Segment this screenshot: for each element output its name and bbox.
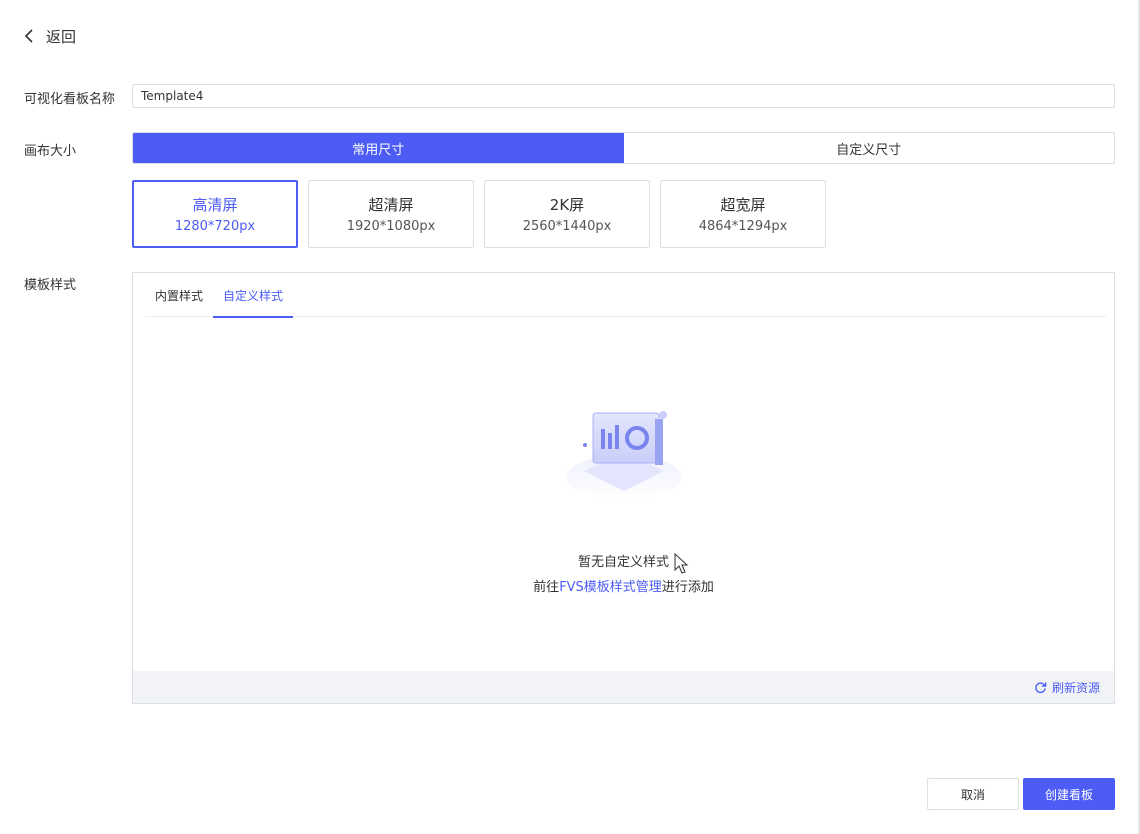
template-style-panel: 内置样式 自定义样式 暂无自定义样式 前往FVS模板样式管理进行添加 刷新资源: [132, 272, 1115, 704]
empty-dashboard-illustration-icon: [565, 411, 682, 499]
size-option-fhd[interactable]: 超清屏 1920*1080px: [308, 180, 474, 248]
empty-state: 暂无自定义样式 前往FVS模板样式管理进行添加: [133, 393, 1114, 595]
canvas-size-segmented-control: 常用尺寸 自定义尺寸: [132, 132, 1115, 164]
size-option-hd[interactable]: 高清屏 1280*720px: [132, 180, 298, 248]
size-option-title: 高清屏: [192, 196, 238, 214]
mouse-cursor-icon: [674, 553, 689, 574]
canvas-size-label: 画布大小: [24, 144, 77, 159]
refresh-icon: [1035, 681, 1047, 693]
empty-hint: 前往FVS模板样式管理进行添加: [533, 576, 714, 595]
board-name-input[interactable]: [132, 84, 1115, 108]
chevron-left-icon: [24, 29, 33, 43]
create-board-button[interactable]: 创建看板: [1023, 778, 1115, 810]
tab-builtin-style[interactable]: 内置样式: [145, 273, 213, 317]
size-option-dims: 1280*720px: [174, 219, 256, 234]
size-option-title: 2K屏: [549, 196, 585, 214]
refresh-label: 刷新资源: [1051, 680, 1100, 695]
size-option-title: 超宽屏: [720, 196, 766, 214]
hint-suffix: 进行添加: [661, 580, 714, 595]
fvs-style-manage-link[interactable]: FVS模板样式管理: [559, 580, 662, 595]
back-label: 返回: [46, 27, 77, 46]
size-option-dims: 4864*1294px: [698, 219, 788, 234]
tab-custom-style[interactable]: 自定义样式: [213, 273, 294, 318]
empty-title: 暂无自定义样式: [577, 555, 669, 570]
name-label: 可视化看板名称: [24, 92, 116, 107]
size-option-2k[interactable]: 2K屏 2560*1440px: [484, 180, 650, 248]
size-option-ultrawide[interactable]: 超宽屏 4864*1294px: [660, 180, 826, 248]
style-tabs: 内置样式 自定义样式: [145, 273, 1106, 318]
size-option-dims: 1920*1080px: [346, 219, 436, 234]
refresh-resources-button[interactable]: 刷新资源: [1034, 679, 1100, 696]
style-panel-footer: 刷新资源: [133, 671, 1114, 703]
cancel-button[interactable]: 取消: [927, 778, 1019, 810]
size-option-dims: 2560*1440px: [522, 219, 612, 234]
back-button[interactable]: 返回: [24, 24, 76, 48]
size-options: 高清屏 1280*720px 超清屏 1920*1080px 2K屏 2560*…: [132, 180, 826, 248]
size-option-title: 超清屏: [368, 196, 414, 214]
template-style-label: 模板样式: [24, 278, 77, 293]
tab-common-size[interactable]: 常用尺寸: [133, 133, 624, 163]
hint-prefix: 前往: [533, 580, 560, 595]
tab-custom-size[interactable]: 自定义尺寸: [623, 133, 1114, 163]
